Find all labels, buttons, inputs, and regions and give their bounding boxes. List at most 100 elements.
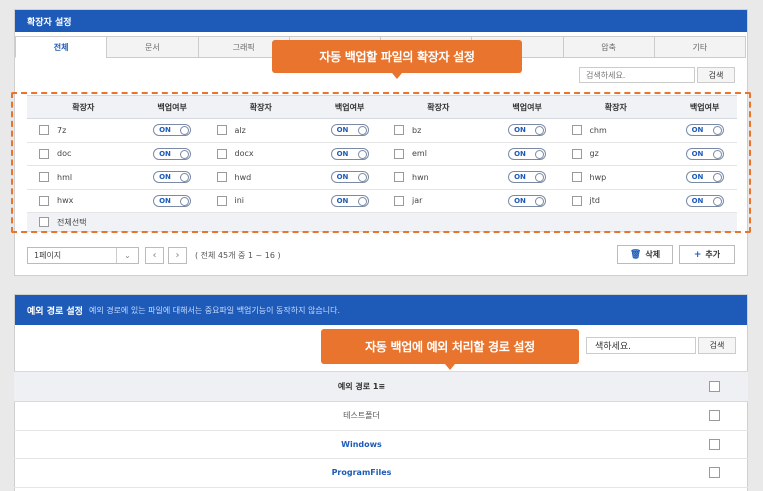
ext-label: gz [589,149,599,159]
tab-other[interactable]: 기타 [653,36,746,58]
ext-cell: doc [27,148,140,159]
toggle-knob [180,126,190,136]
row-checkbox[interactable] [709,438,720,450]
ext-label: hml [57,172,73,182]
header-checkbox[interactable] [709,381,720,392]
backup-cell: ON [317,194,382,207]
ext-checkbox[interactable] [39,172,49,183]
backup-toggle[interactable]: ON [330,194,369,207]
backup-toggle[interactable]: ON [685,194,724,207]
ext-search-button[interactable]: 검색 [697,67,735,83]
select-all-checkbox[interactable] [39,217,49,227]
ext-checkbox[interactable] [571,148,582,159]
ext-cell: jtd [560,195,673,206]
path-panel-note: 예외 경로에 있는 파일에 대해서는 중요파일 백업기능이 동작하지 않습니다. [88,305,340,315]
toggle-label: ON [514,149,526,158]
backup-cell: ON [495,194,560,207]
path-search: 검색 [586,337,736,354]
path-panel-title: 예외 경로 설정 [27,306,83,317]
ext-checkbox[interactable] [39,148,49,159]
ext-checkbox[interactable] [216,125,227,136]
backup-toggle[interactable]: ON [685,147,724,160]
ext-checkbox[interactable] [216,148,227,159]
row-checkbox[interactable] [709,410,720,422]
extension-rows: 7z ON alz ON bz ON chm ON doc ON docx ON eml ON gz ON hm… [27,119,737,213]
table-row[interactable]: Windows [14,431,748,459]
ext-panel-title: 확장자 설정 [27,17,72,28]
path-name: Windows [341,439,382,449]
ext-checkbox[interactable] [216,172,227,183]
row-checkbox[interactable] [709,467,720,479]
ext-checkbox[interactable] [571,125,582,136]
backup-cell: ON [672,147,737,160]
table-row[interactable]: 테스트폴더 [14,402,748,431]
backup-toggle[interactable]: ON [508,194,547,207]
ext-checkbox[interactable] [571,195,582,206]
add-button[interactable]: + 추가 [679,245,735,264]
next-page-button[interactable]: › [168,246,187,264]
ext-search-input[interactable] [579,67,695,83]
chevron-left-icon: ‹ [152,249,157,261]
backup-toggle[interactable]: ON [508,171,547,184]
ext-checkbox[interactable] [39,125,49,136]
toggle-label: ON [691,196,704,205]
backup-toggle[interactable]: ON [330,147,369,160]
table-footer: 전체선택 [27,213,737,232]
ext-cell: chm [560,125,673,136]
page-select[interactable]: 1페이지 ⌄ [27,246,139,264]
ext-label: docx [234,149,254,159]
toggle-label: ON [691,149,704,158]
ext-label: hwp [589,172,607,182]
ext-checkbox[interactable] [394,125,404,136]
path-search-input[interactable] [586,337,696,354]
ext-label: jar [412,196,423,206]
toggle-knob [357,149,367,159]
toggle-label: ON [159,173,171,182]
ext-checkbox[interactable] [216,195,227,206]
toggle-knob [357,126,367,136]
backup-toggle[interactable]: ON [685,124,724,137]
backup-toggle[interactable]: ON [330,171,369,184]
backup-cell: ON [317,147,382,160]
col-backup-2: 백업여부 [334,102,365,112]
table-row: hml ON hwd ON hwn ON hwp ON [27,166,737,190]
ext-checkbox[interactable] [571,172,582,183]
ext-label: hwn [412,172,429,182]
prev-page-button[interactable]: ‹ [145,246,164,264]
ext-cell: hwx [27,195,140,206]
ext-label: bz [412,125,422,135]
delete-button[interactable]: 🗑 삭제 [617,245,673,264]
ext-cell: alz [205,125,318,136]
backup-cell: ON [672,171,737,184]
ext-cell: hwp [560,172,673,183]
tab-document[interactable]: 문서 [106,36,199,58]
delete-label: 삭제 [645,250,661,259]
backup-toggle[interactable]: ON [330,124,369,137]
ext-label: jtd [589,196,600,206]
ext-checkbox[interactable] [394,172,404,183]
ext-checkbox[interactable] [39,195,49,206]
ext-checkbox[interactable] [394,195,404,206]
tab-archive[interactable]: 압축 [562,36,655,58]
backup-toggle[interactable]: ON [153,124,192,137]
backup-toggle[interactable]: ON [153,147,192,160]
backup-toggle[interactable]: ON [685,171,724,184]
backup-cell: ON [495,147,560,160]
table-row: doc ON docx ON eml ON gz ON [27,143,737,166]
backup-toggle[interactable]: ON [153,171,192,184]
backup-toggle[interactable]: ON [508,124,547,137]
backup-cell: ON [495,124,560,137]
tab-all[interactable]: 전체 [15,36,108,58]
ext-cell: jar [382,195,495,206]
col-exception-path[interactable]: 예외 경로 1≡ [14,381,709,392]
backup-toggle[interactable]: ON [153,194,192,207]
ext-checkbox[interactable] [394,148,404,159]
table-row[interactable]: ProgramFiles [14,459,748,488]
backup-toggle[interactable]: ON [508,147,547,160]
col-ext-2: 확장자 [249,102,272,112]
path-search-button[interactable]: 검색 [698,337,736,354]
chevron-down-icon: ⌄ [116,247,138,263]
ext-cell: docx [205,148,318,159]
table-header: 확장자 백업여부 확장자 백업여부 확장자 백업여부 확장자 백업여부 [27,95,737,119]
col-ext-1: 확장자 [72,102,95,112]
